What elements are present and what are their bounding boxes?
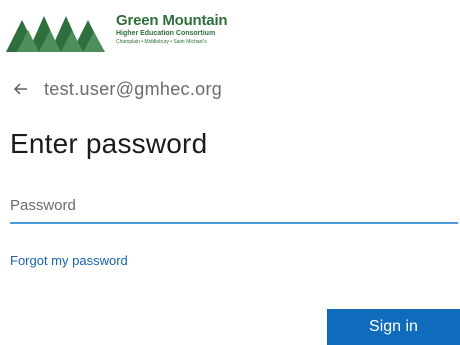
logo-subtitle: Higher Education Consortium <box>116 30 216 37</box>
page-title: Enter password <box>10 128 208 159</box>
sign-in-button[interactable]: Sign in <box>327 309 460 345</box>
account-identity: test.user@gmhec.org <box>10 78 222 100</box>
forgot-password-link[interactable]: Forgot my password <box>10 253 128 268</box>
account-email: test.user@gmhec.org <box>44 78 223 99</box>
mountain-logo-icon <box>6 16 105 52</box>
password-input[interactable] <box>10 188 458 224</box>
organization-logo: Green Mountain Higher Education Consorti… <box>6 8 236 54</box>
logo-tagline: Champlain • Middlebury • Saint Michael's <box>116 39 207 45</box>
back-arrow-icon[interactable] <box>10 78 32 100</box>
logo-name: Green Mountain <box>116 12 228 29</box>
